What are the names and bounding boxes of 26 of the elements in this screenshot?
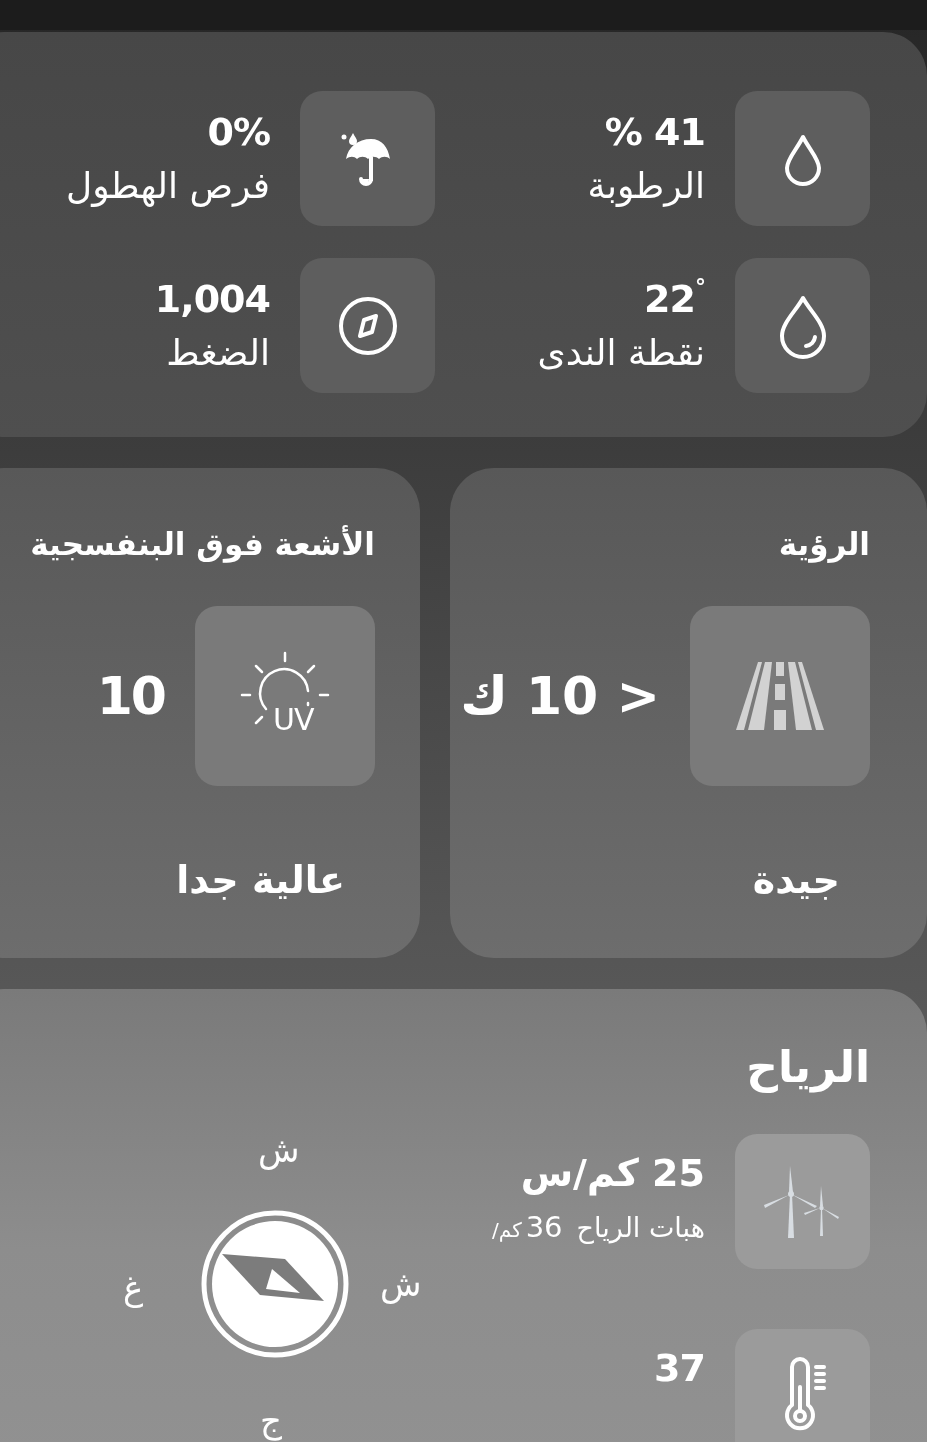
direction-label: ج	[260, 1400, 282, 1440]
card-title: الرؤية	[778, 525, 870, 565]
detail-label: نقطة الندى	[537, 330, 705, 375]
rating-text: جيدة	[752, 857, 840, 904]
direction-label: ش	[258, 1130, 300, 1170]
detail-value: 0%	[206, 108, 270, 155]
detail-label: الضغط	[165, 330, 270, 375]
card-title: الأشعة فوق البنفسجية	[30, 524, 375, 565]
gust-label: هبات الرياح	[576, 1212, 705, 1243]
wind-value: 37	[654, 1345, 705, 1391]
detail-value: 1,004	[154, 275, 270, 322]
detail-label: الرطوبة	[587, 163, 705, 209]
card-value: 10	[96, 666, 165, 726]
rating-text: عالية جدا	[176, 857, 345, 904]
gust-unit: كم/	[492, 1218, 522, 1242]
gust-value: 36	[525, 1210, 563, 1244]
direction-label: ش	[380, 1264, 422, 1304]
wind-value: 25 كم/س	[519, 1150, 705, 1196]
detail-value: % 41	[603, 108, 705, 155]
direction-label: غ	[123, 1268, 144, 1308]
detail-label: فرص الهطول	[66, 163, 270, 209]
road-icon	[734, 660, 826, 732]
card-title: الرياح	[745, 1040, 870, 1095]
card-value: > 10 ك	[460, 666, 660, 726]
detail-value: 22$^{°}$	[643, 275, 705, 322]
uv-label: UV	[273, 704, 314, 736]
